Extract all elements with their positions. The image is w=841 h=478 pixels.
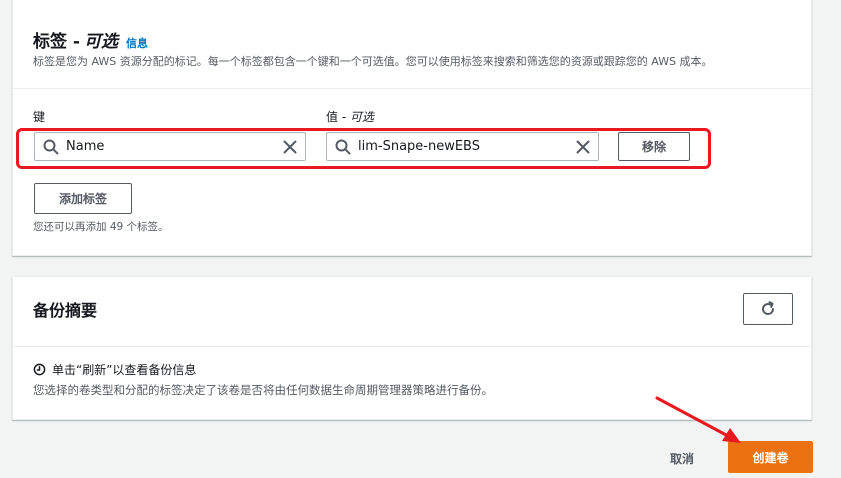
key-column-label: 键 <box>33 108 45 125</box>
refresh-icon <box>762 301 775 315</box>
create-volume-button[interactable]: 创建卷 <box>728 441 813 473</box>
value-label-optional: 可选 <box>349 110 374 124</box>
add-tag-button[interactable]: 添加标签 <box>34 183 132 214</box>
remaining-tags-hint: 您还可以再添加 49 个标签。 <box>33 221 169 233</box>
search-icon <box>43 139 59 154</box>
clock-icon <box>33 363 46 376</box>
remove-tag-button[interactable]: 移除 <box>618 132 690 161</box>
clear-icon[interactable] <box>281 138 299 156</box>
tags-title-row: 标签 - 可选 信息 <box>33 27 148 52</box>
tags-panel: 标签 - 可选 信息 标签是您为 AWS 资源分配的标记。每一个标签都包含一个键… <box>12 0 812 256</box>
backup-header: 备份摘要 <box>13 277 811 347</box>
value-column-label: 值 - 可选 <box>326 108 374 125</box>
tags-header: 标签 - 可选 信息 标签是您为 AWS 资源分配的标记。每一个标签都包含一个键… <box>13 0 811 89</box>
tags-info-link[interactable]: 信息 <box>126 35 148 51</box>
tag-key-input[interactable] <box>66 139 281 154</box>
backup-title: 备份摘要 <box>33 301 98 320</box>
search-icon <box>335 139 351 154</box>
key-label: 键 <box>33 110 46 124</box>
tag-key-field[interactable] <box>34 132 306 161</box>
tags-title: 标签 - <box>33 32 80 52</box>
cancel-button[interactable]: 取消 <box>670 450 694 467</box>
refresh-hint-text: 单击“刷新”以查看备份信息 <box>52 363 197 377</box>
refresh-hint-row: 单击“刷新”以查看备份信息 <box>33 361 196 378</box>
refresh-button[interactable] <box>743 293 793 325</box>
tags-title-optional: 可选 <box>83 32 118 52</box>
tag-value-input[interactable] <box>358 139 574 154</box>
tag-value-field[interactable] <box>326 132 599 161</box>
clear-icon[interactable] <box>574 138 592 156</box>
tags-description: 标签是您为 AWS 资源分配的标记。每一个标签都包含一个键和一个可选值。您可以使… <box>33 55 713 68</box>
backup-description: 您选择的卷类型和分配的标签决定了该卷是否将由任何数据生命周期管理器策略进行备份。 <box>33 383 493 397</box>
value-label: 值 - <box>326 110 347 124</box>
backup-summary-panel: 备份摘要 单击“刷新”以查看备份信息 您选择的卷类型和分配的标签决定了该卷是否将… <box>12 276 812 420</box>
